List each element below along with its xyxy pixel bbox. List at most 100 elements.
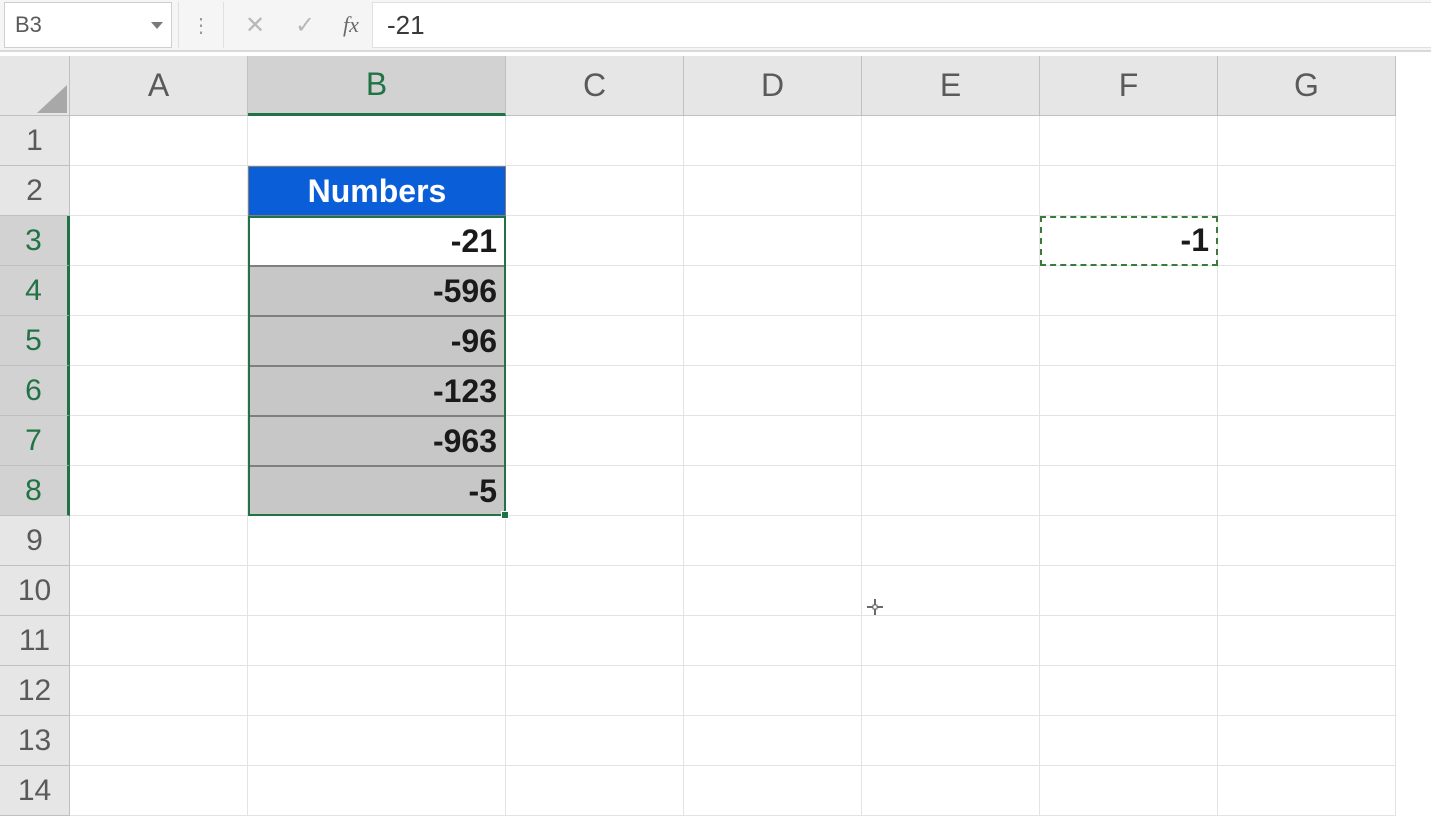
name-box[interactable]: B3 xyxy=(4,2,172,48)
cell-G11[interactable] xyxy=(1218,616,1396,666)
cell-E13[interactable] xyxy=(862,716,1040,766)
row-header-10[interactable]: 10 xyxy=(0,566,70,616)
cell-F12[interactable] xyxy=(1040,666,1218,716)
table-data-cell[interactable]: -123 xyxy=(248,366,506,416)
cell-B10[interactable] xyxy=(248,566,506,616)
cell-D4[interactable] xyxy=(684,266,862,316)
row-header-9[interactable]: 9 xyxy=(0,516,70,566)
cell-E12[interactable] xyxy=(862,666,1040,716)
cell-G9[interactable] xyxy=(1218,516,1396,566)
select-all-triangle[interactable] xyxy=(0,56,70,116)
chevron-down-icon[interactable] xyxy=(151,22,163,29)
cell-G13[interactable] xyxy=(1218,716,1396,766)
table-data-cell[interactable]: -21 xyxy=(248,216,506,266)
cell-E1[interactable] xyxy=(862,116,1040,166)
cell-D2[interactable] xyxy=(684,166,862,216)
row-header-13[interactable]: 13 xyxy=(0,716,70,766)
row-header-2[interactable]: 2 xyxy=(0,166,70,216)
cell-F11[interactable] xyxy=(1040,616,1218,666)
cell-G5[interactable] xyxy=(1218,316,1396,366)
cell-A1[interactable] xyxy=(70,116,248,166)
cell-F13[interactable] xyxy=(1040,716,1218,766)
cell-F9[interactable] xyxy=(1040,516,1218,566)
cell-C11[interactable] xyxy=(506,616,684,666)
cell-D3[interactable] xyxy=(684,216,862,266)
cell-B1[interactable] xyxy=(248,116,506,166)
cell-A9[interactable] xyxy=(70,516,248,566)
cell-C12[interactable] xyxy=(506,666,684,716)
cell-F4[interactable] xyxy=(1040,266,1218,316)
cell-E5[interactable] xyxy=(862,316,1040,366)
cell-E6[interactable] xyxy=(862,366,1040,416)
cell-G2[interactable] xyxy=(1218,166,1396,216)
table-data-cell[interactable]: -963 xyxy=(248,416,506,466)
cell-D6[interactable] xyxy=(684,366,862,416)
cell-F7[interactable] xyxy=(1040,416,1218,466)
cell-C6[interactable] xyxy=(506,366,684,416)
cell-D8[interactable] xyxy=(684,466,862,516)
cell-G12[interactable] xyxy=(1218,666,1396,716)
column-header-E[interactable]: E xyxy=(862,56,1040,116)
row-header-3[interactable]: 3 xyxy=(0,216,70,266)
cell-B11[interactable] xyxy=(248,616,506,666)
cell-A13[interactable] xyxy=(70,716,248,766)
row-header-6[interactable]: 6 xyxy=(0,366,70,416)
cell-D5[interactable] xyxy=(684,316,862,366)
cell-A11[interactable] xyxy=(70,616,248,666)
column-header-F[interactable]: F xyxy=(1040,56,1218,116)
table-data-cell[interactable]: -596 xyxy=(248,266,506,316)
cell-A4[interactable] xyxy=(70,266,248,316)
table-data-cell[interactable]: -5 xyxy=(248,466,506,516)
cell-C2[interactable] xyxy=(506,166,684,216)
cell-E4[interactable] xyxy=(862,266,1040,316)
column-header-G[interactable]: G xyxy=(1218,56,1396,116)
kebab-icon[interactable]: ⋮ xyxy=(185,13,217,38)
cell-G6[interactable] xyxy=(1218,366,1396,416)
row-header-12[interactable]: 12 xyxy=(0,666,70,716)
cell-E7[interactable] xyxy=(862,416,1040,466)
cell-G3[interactable] xyxy=(1218,216,1396,266)
cell-F1[interactable] xyxy=(1040,116,1218,166)
cell-C3[interactable] xyxy=(506,216,684,266)
row-header-11[interactable]: 11 xyxy=(0,616,70,666)
cell-D9[interactable] xyxy=(684,516,862,566)
cell-D10[interactable] xyxy=(684,566,862,616)
cell-F6[interactable] xyxy=(1040,366,1218,416)
column-header-A[interactable]: A xyxy=(70,56,248,116)
cell-E9[interactable] xyxy=(862,516,1040,566)
cell-E8[interactable] xyxy=(862,466,1040,516)
cell-A12[interactable] xyxy=(70,666,248,716)
cell-A10[interactable] xyxy=(70,566,248,616)
cell-D1[interactable] xyxy=(684,116,862,166)
enter-button[interactable]: ✓ xyxy=(280,2,330,48)
cell-C4[interactable] xyxy=(506,266,684,316)
cell-B9[interactable] xyxy=(248,516,506,566)
row-header-7[interactable]: 7 xyxy=(0,416,70,466)
cell-E3[interactable] xyxy=(862,216,1040,266)
cell-E2[interactable] xyxy=(862,166,1040,216)
column-header-B[interactable]: B xyxy=(248,56,506,116)
column-header-D[interactable]: D xyxy=(684,56,862,116)
cell-F8[interactable] xyxy=(1040,466,1218,516)
table-data-cell[interactable]: -96 xyxy=(248,316,506,366)
insert-function-button[interactable]: fx xyxy=(330,12,372,38)
cell-E11[interactable] xyxy=(862,616,1040,666)
cell-C1[interactable] xyxy=(506,116,684,166)
cell-D12[interactable] xyxy=(684,666,862,716)
cell-B12[interactable] xyxy=(248,666,506,716)
cell-C10[interactable] xyxy=(506,566,684,616)
cell-G8[interactable] xyxy=(1218,466,1396,516)
cell-C9[interactable] xyxy=(506,516,684,566)
column-header-C[interactable]: C xyxy=(506,56,684,116)
cell-B13[interactable] xyxy=(248,716,506,766)
copied-cell[interactable]: -1 xyxy=(1040,216,1218,266)
cell-F10[interactable] xyxy=(1040,566,1218,616)
formula-input[interactable]: -21 xyxy=(372,2,1431,48)
cell-C8[interactable] xyxy=(506,466,684,516)
cell-C7[interactable] xyxy=(506,416,684,466)
row-header-8[interactable]: 8 xyxy=(0,466,70,516)
cell-A7[interactable] xyxy=(70,416,248,466)
cell-E10[interactable] xyxy=(862,566,1040,616)
cell-G4[interactable] xyxy=(1218,266,1396,316)
cell-C13[interactable] xyxy=(506,716,684,766)
